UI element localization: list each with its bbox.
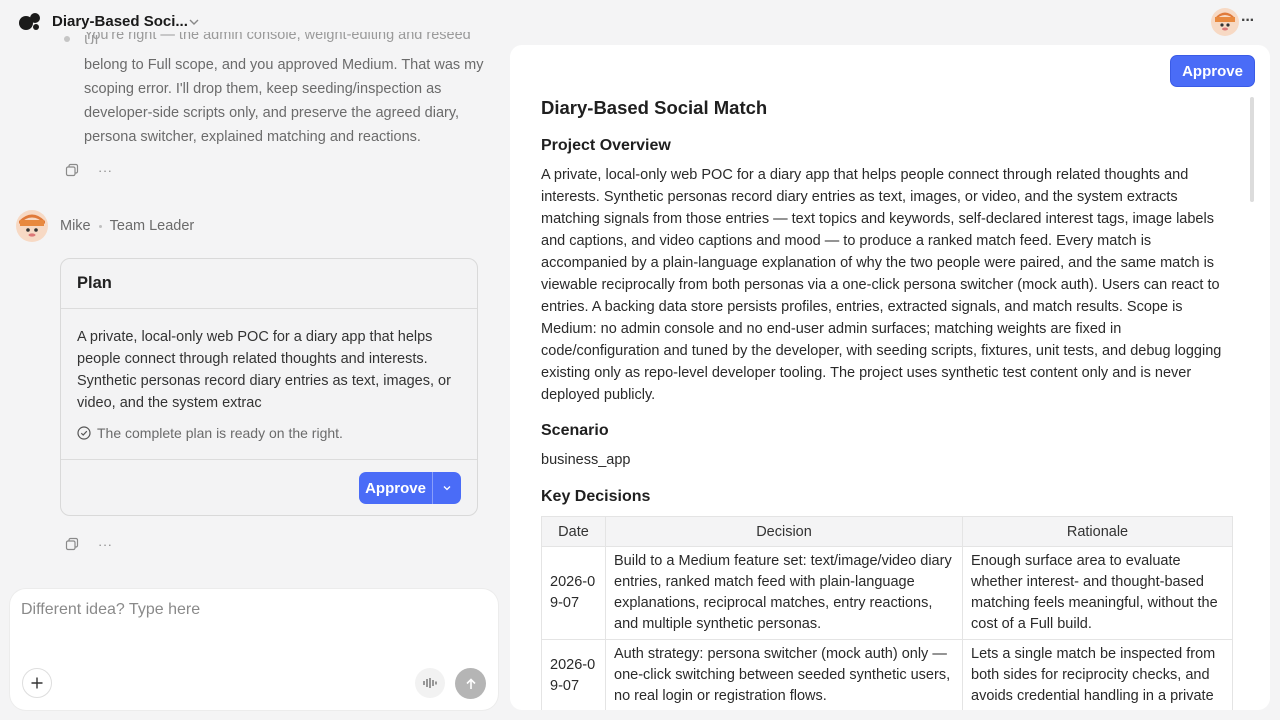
previous-assistant-message: You're right — the admin console, weight… [84, 32, 484, 149]
column-header-date: Date [541, 516, 606, 547]
cell-rationale: Enough surface area to evaluate whether … [962, 546, 1233, 640]
scrollbar[interactable] [1250, 97, 1254, 202]
more-options-button[interactable]: ··· [1241, 12, 1255, 30]
plan-ready-status: The complete plan is ready on the right. [77, 422, 461, 444]
approve-button[interactable]: Approve [1170, 55, 1255, 87]
scenario-value: business_app [541, 452, 631, 468]
user-avatar[interactable] [1211, 8, 1239, 36]
agent-header: Mike Team Leader [16, 210, 194, 242]
copy-icon[interactable] [64, 536, 80, 552]
voice-input-button[interactable] [415, 668, 445, 698]
approve-button[interactable]: Approve [359, 472, 433, 504]
approve-split-button: Approve [359, 472, 461, 504]
agent-role: Team Leader [109, 218, 195, 234]
agent-avatar [16, 210, 48, 242]
more-actions-button[interactable]: ··· [98, 163, 113, 178]
send-button[interactable] [455, 668, 486, 699]
plan-card-title: Plan [61, 259, 477, 309]
cell-decision: Build to a Medium feature set: text/imag… [605, 546, 963, 640]
overview-paragraph: A private, local-only web POC for a diar… [541, 167, 1222, 403]
message-body: belong to Full scope, and you approved M… [84, 57, 484, 145]
separator-dot [98, 224, 102, 228]
column-header-decision: Decision [605, 516, 963, 547]
message-faded-line: You're right — the admin console, weight… [84, 32, 471, 44]
plan-actions: ··· [64, 535, 113, 553]
plus-icon [31, 677, 43, 689]
table-header-row: Date Decision Rationale [541, 516, 1233, 547]
cell-rationale: Lets a single match be inspected from bo… [962, 639, 1233, 710]
message-bullet [64, 36, 70, 42]
table-row: 2026-09-07 Build to a Medium feature set… [541, 546, 1233, 640]
app-logo-icon[interactable] [19, 12, 41, 32]
document-content: Diary-Based Social Match Project Overvie… [541, 95, 1233, 710]
message-composer [10, 589, 498, 710]
section-heading-decisions: Key Decisions [541, 488, 651, 505]
more-actions-button[interactable]: ··· [98, 537, 113, 552]
plan-card[interactable]: Plan A private, local-only web POC for a… [60, 258, 478, 516]
agent-name: Mike [60, 218, 91, 234]
document-title: Diary-Based Social Match [541, 97, 768, 118]
plan-document-panel: Approve Diary-Based Social Match Project… [510, 45, 1270, 710]
project-title[interactable]: Diary-Based Soci... [52, 13, 188, 30]
table-row: 2026-09-07 Auth strategy: persona switch… [541, 639, 1233, 710]
cell-date: 2026-09-07 [541, 639, 606, 710]
section-heading-scenario: Scenario [541, 422, 609, 439]
arrow-up-icon [465, 677, 476, 689]
approve-options-button[interactable] [433, 472, 461, 504]
cell-date: 2026-09-07 [541, 546, 606, 640]
plan-ready-text: The complete plan is ready on the right. [97, 425, 343, 441]
chevron-down-icon [443, 486, 451, 491]
copy-icon[interactable] [64, 162, 80, 178]
plan-card-body: A private, local-only web POC for a diar… [61, 309, 477, 459]
waveform-icon [423, 678, 437, 688]
attach-button[interactable] [22, 668, 52, 698]
check-circle-icon [77, 426, 91, 440]
message-input[interactable] [21, 601, 481, 619]
cell-decision: Auth strategy: persona switcher (mock au… [605, 639, 963, 710]
column-header-rationale: Rationale [962, 516, 1233, 547]
plan-summary: A private, local-only web POC for a diar… [77, 329, 451, 411]
plan-card-footer: Approve [61, 459, 477, 515]
decisions-table: Date Decision Rationale 2026-09-07 Build… [541, 516, 1233, 710]
chevron-down-icon[interactable] [187, 15, 201, 29]
section-heading-overview: Project Overview [541, 137, 671, 154]
message-actions: ··· [64, 161, 113, 179]
